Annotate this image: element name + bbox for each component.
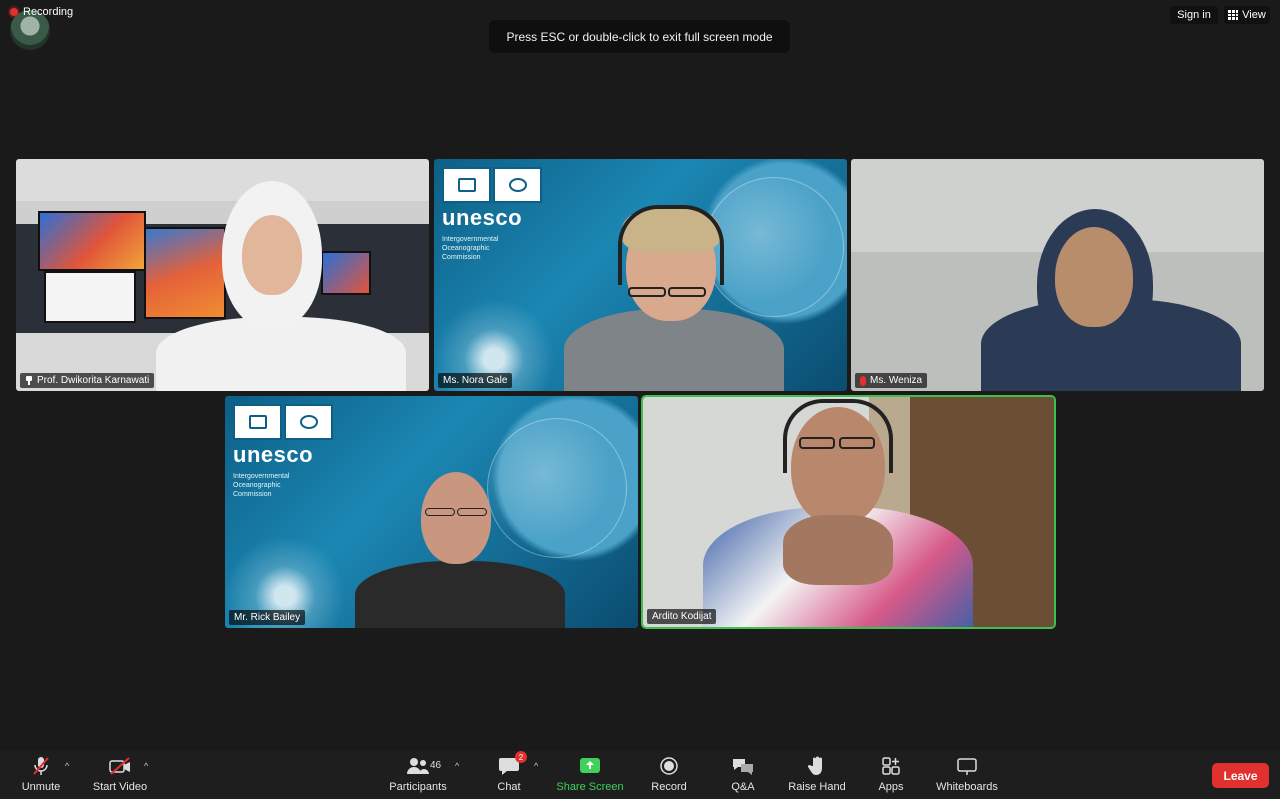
weather-screen (321, 251, 371, 295)
headset (783, 399, 893, 473)
unesco-logo (442, 167, 542, 203)
chat-options-caret-icon[interactable]: ^ (534, 761, 538, 771)
mic-muted-icon (29, 755, 53, 777)
raise-hand-icon (805, 755, 829, 777)
participant-name: Ms. Nora Gale (443, 375, 508, 386)
weather-screen (144, 227, 226, 319)
unesco-subtitle: Intergovernmental Oceanographic Commissi… (233, 473, 290, 498)
start-video-button[interactable]: Start Video (88, 755, 152, 797)
person (783, 515, 893, 585)
person (457, 508, 487, 516)
participants-count: 46 (430, 760, 442, 771)
person (1055, 227, 1133, 327)
raise-hand-button[interactable]: Raise Hand (786, 755, 848, 797)
globe-graphic (704, 177, 844, 317)
person (564, 309, 784, 391)
participant-name: Mr. Rick Bailey (234, 612, 301, 623)
participants-options-caret-icon[interactable]: ^ (455, 761, 459, 771)
participant-name-tag: Prof. Dwikorita Karnawati (20, 373, 155, 388)
participant-name-tag: Ardito Kodijat (647, 609, 717, 624)
person (668, 287, 706, 297)
whiteboards-button[interactable]: Whiteboards (932, 755, 1002, 797)
recording-dot-icon (10, 8, 18, 16)
chat-button[interactable]: 2 Chat (492, 751, 527, 797)
sign-in-button[interactable]: Sign in (1170, 6, 1218, 24)
share-screen-button[interactable]: Share Screen (554, 755, 626, 797)
grid-view-icon (1228, 10, 1239, 20)
participant-name-tag: Mr. Rick Bailey (229, 610, 306, 625)
chat-label: Chat (497, 781, 521, 793)
participant-name: Ms. Weniza (870, 375, 923, 386)
mic-muted-icon (860, 375, 866, 386)
whiteboard-icon (955, 755, 979, 777)
person (628, 287, 666, 297)
unesco-logo (233, 404, 333, 440)
qa-icon (731, 755, 755, 777)
headset (618, 205, 724, 285)
record-icon (657, 755, 681, 777)
globe-graphic (487, 418, 627, 558)
apps-label: Apps (878, 781, 904, 793)
view-label: View (1242, 9, 1266, 21)
apps-button[interactable]: Apps (874, 755, 908, 797)
video-tile[interactable]: unesco Intergovernmental Oceanographic C… (225, 396, 638, 628)
unesco-wordmark: unesco (233, 442, 314, 467)
video-off-icon (108, 755, 132, 777)
video-tile[interactable]: unesco Intergovernmental Oceanographic C… (434, 159, 847, 391)
participants-icon (406, 755, 430, 777)
person (242, 215, 302, 295)
audio-options-caret-icon[interactable]: ^ (65, 761, 69, 771)
weather-screen (38, 211, 146, 271)
recording-label: Recording (23, 6, 74, 18)
video-tile[interactable]: Prof. Dwikorita Karnawati (16, 159, 429, 391)
unmute-label: Unmute (21, 781, 61, 793)
whiteboards-label: Whiteboards (936, 781, 998, 793)
unesco-wordmark: unesco (442, 205, 523, 230)
participant-name-tag: Ms. Nora Gale (438, 373, 513, 388)
start-video-label: Start Video (92, 781, 148, 793)
video-tile-active-speaker[interactable]: Ardito Kodijat (641, 395, 1056, 629)
chat-icon: 2 (497, 751, 527, 777)
qa-label: Q&A (731, 781, 755, 793)
participant-name: Ardito Kodijat (652, 611, 712, 622)
share-screen-label: Share Screen (556, 781, 624, 793)
fullscreen-exit-banner: Press ESC or double-click to exit full s… (489, 20, 790, 53)
person (355, 561, 565, 628)
participant-name-tag: Ms. Weniza (855, 373, 928, 388)
raise-hand-label: Raise Hand (788, 781, 846, 793)
video-options-caret-icon[interactable]: ^ (144, 761, 148, 771)
view-button[interactable]: View (1224, 6, 1270, 24)
recording-indicator[interactable]: Recording (10, 6, 73, 18)
participant-name: Prof. Dwikorita Karnawati (37, 375, 150, 386)
share-screen-icon (578, 755, 602, 777)
weather-screen (44, 271, 136, 323)
apps-icon (879, 755, 903, 777)
qa-button[interactable]: Q&A (724, 755, 762, 797)
person (421, 472, 491, 564)
pin-icon (25, 376, 33, 385)
person (425, 508, 455, 516)
meeting-toolbar: Unmute ^ Start Video ^ Participants 46 ^… (0, 751, 1280, 799)
video-tile[interactable]: Ms. Weniza (851, 159, 1264, 391)
unmute-button[interactable]: Unmute (18, 755, 64, 797)
unesco-subtitle: Intergovernmental Oceanographic Commissi… (442, 236, 499, 261)
chat-unread-badge: 2 (515, 751, 527, 763)
participants-label: Participants (389, 781, 447, 793)
record-label: Record (651, 781, 687, 793)
record-button[interactable]: Record (646, 755, 692, 797)
leave-button[interactable]: Leave (1212, 763, 1269, 788)
